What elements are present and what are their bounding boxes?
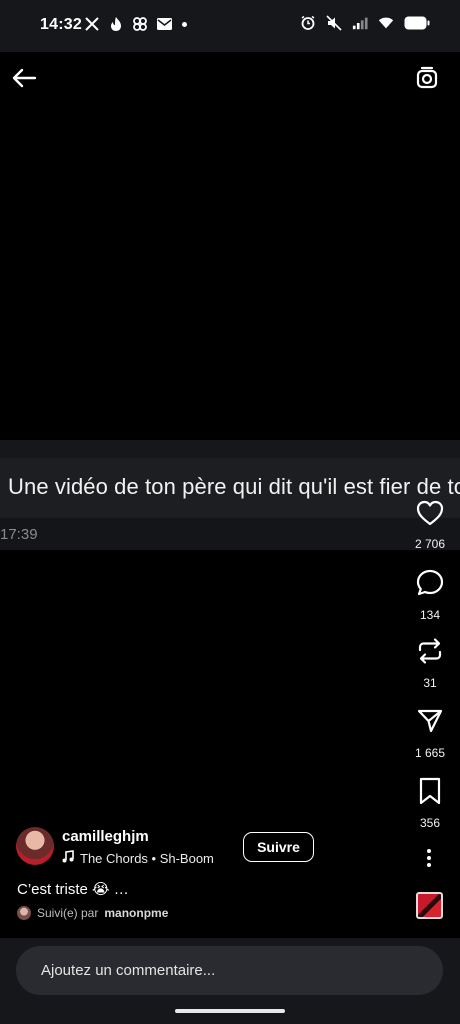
mail-icon (156, 16, 172, 32)
avatar[interactable] (16, 827, 54, 865)
heart-icon (416, 500, 444, 531)
share-count: 1 665 (414, 746, 446, 760)
repost-button[interactable]: 31 (410, 637, 450, 690)
tinder-flame-icon (108, 16, 124, 32)
post-description[interactable]: C’est triste 😭 … (17, 880, 129, 898)
comment-button[interactable]: 134 (410, 569, 450, 622)
more-vertical-icon (426, 848, 432, 873)
save-count: 356 (419, 816, 441, 830)
bookmark-icon (417, 777, 443, 810)
x-logo-icon (84, 16, 100, 32)
music-track[interactable]: The Chords • Sh-Boom (62, 850, 214, 866)
send-icon (416, 707, 444, 740)
notification-icons (84, 16, 187, 32)
comment-input[interactable] (16, 946, 443, 995)
alarm-icon (300, 15, 316, 31)
video-caption-time: 17:39 (0, 526, 38, 543)
dot-icon (182, 21, 187, 27)
followed-by-prefix: Suivi(e) par (37, 906, 99, 920)
battery-icon (404, 15, 430, 31)
video-caption-band-bottom (0, 518, 460, 550)
followed-by[interactable]: Suivi(e) par manonpme (17, 906, 168, 920)
repost-icon (416, 637, 444, 670)
like-button[interactable]: 2 706 (410, 500, 450, 551)
comment-count: 134 (419, 608, 441, 622)
signal-icon (352, 15, 368, 31)
repost-count: 31 (423, 676, 437, 690)
username[interactable]: camilleghjm (62, 828, 149, 845)
pinwheel-icon (132, 16, 148, 32)
music-note-icon (62, 850, 74, 866)
speech-bubble-icon (416, 569, 444, 602)
save-button[interactable]: 356 (410, 777, 450, 830)
home-indicator[interactable] (175, 1009, 285, 1013)
status-time: 14:32 (40, 16, 82, 33)
mute-icon (326, 15, 342, 31)
follow-button[interactable]: Suivre (243, 832, 314, 862)
share-button[interactable]: 1 665 (410, 707, 450, 760)
video-caption-band-top (0, 440, 460, 458)
status-bar: 14:32 (0, 0, 460, 52)
music-cover-thumbnail[interactable] (416, 892, 443, 919)
follower-avatar (17, 906, 31, 920)
video-caption-text: Une vidéo de ton père qui dit qu'il est … (8, 474, 460, 499)
followed-by-name: manonpme (104, 906, 169, 920)
system-icons (300, 15, 430, 31)
wifi-icon (378, 15, 394, 31)
more-options-button[interactable] (417, 848, 441, 872)
like-count: 2 706 (414, 537, 446, 551)
music-track-label: The Chords • Sh-Boom (80, 850, 214, 866)
